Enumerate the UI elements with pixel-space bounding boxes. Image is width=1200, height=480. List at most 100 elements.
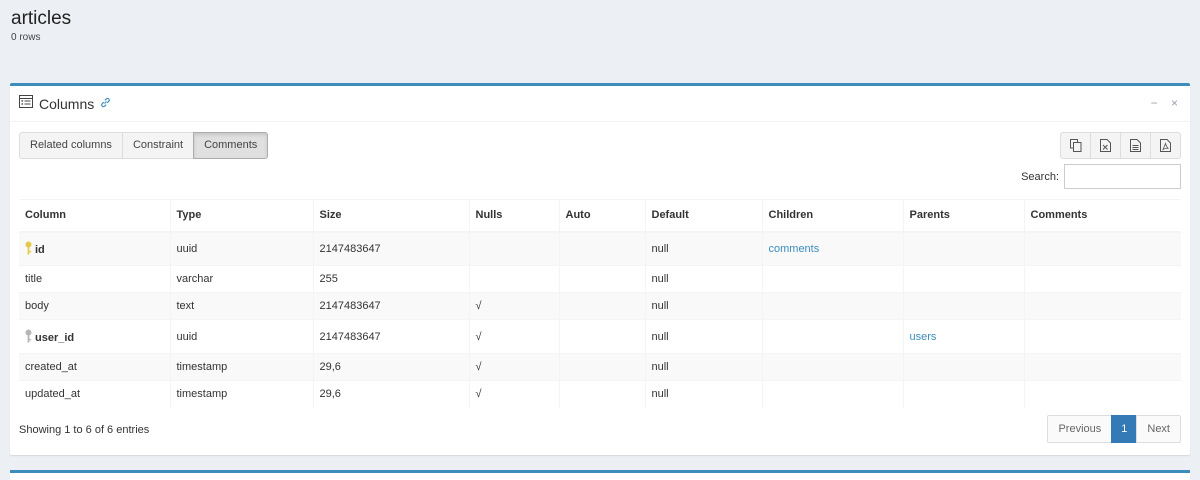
columns-table: Column Type Size Nulls Auto Default Chil… (19, 199, 1181, 408)
copy-icon (1069, 139, 1081, 152)
cell-nulls: √ (468, 353, 559, 381)
cell-auto (558, 353, 645, 381)
header-children[interactable]: Children (761, 199, 903, 233)
header-nulls[interactable]: Nulls (468, 199, 559, 233)
close-icon[interactable]: × (1171, 96, 1178, 110)
cell-comments (1023, 265, 1181, 293)
cell-children (761, 353, 903, 381)
cell-parents: users (902, 319, 1024, 354)
cell-size: 255 (312, 265, 469, 293)
table-row: body text 2147483647 √ null (19, 292, 1181, 320)
csv-icon (1130, 139, 1141, 152)
cell-children (761, 265, 903, 293)
cell-column: updated_at (19, 380, 170, 408)
cell-size: 29,6 (312, 353, 469, 381)
column-name: body (25, 300, 49, 312)
cell-nulls (468, 265, 559, 293)
table-row: updated_at timestamp 29,6 √ null (19, 380, 1181, 408)
header-default[interactable]: Default (644, 199, 762, 233)
header-comments[interactable]: Comments (1023, 199, 1181, 233)
page-header: articles 0 rows (11, 8, 71, 43)
cell-column: user_id (19, 319, 170, 354)
cell-size: 2147483647 (312, 231, 469, 266)
cell-nulls: √ (468, 380, 559, 408)
cell-parents (902, 292, 1024, 320)
cell-size: 2147483647 (312, 319, 469, 354)
cell-type: timestamp (169, 380, 313, 408)
minimize-icon[interactable]: − (1151, 96, 1158, 110)
cell-auto (558, 265, 645, 293)
table-list-icon (19, 94, 33, 113)
cell-type: timestamp (169, 353, 313, 381)
cell-default: null (644, 353, 762, 381)
cell-column: body (19, 292, 170, 320)
cell-size: 2147483647 (312, 292, 469, 320)
cell-default: null (644, 319, 762, 354)
pagination: Previous 1 Next (1047, 415, 1181, 443)
table-info: Showing 1 to 6 of 6 entries (19, 424, 150, 436)
search-input[interactable] (1064, 164, 1181, 189)
previous-button[interactable]: Previous (1047, 415, 1113, 443)
cell-auto (558, 292, 645, 320)
cell-comments (1023, 353, 1181, 381)
header-size[interactable]: Size (312, 199, 469, 233)
cell-default: null (644, 292, 762, 320)
tab-comments[interactable]: Comments (193, 132, 269, 159)
cell-auto (558, 380, 645, 408)
table-row: id uuid 2147483647 null comments (19, 231, 1181, 266)
cell-type: text (169, 292, 313, 320)
column-name: created_at (25, 361, 77, 373)
column-name: user_id (35, 332, 75, 344)
cell-comments (1023, 231, 1181, 266)
search-row: Search: (1021, 164, 1181, 189)
columns-box: Columns − × Related columns Constraint C… (10, 83, 1190, 455)
cell-nulls: √ (468, 292, 559, 320)
table-row: created_at timestamp 29,6 √ null (19, 353, 1181, 381)
csv-button[interactable] (1120, 132, 1151, 159)
header-auto[interactable]: Auto (558, 199, 645, 233)
view-tabs: Related columns Constraint Comments (19, 132, 269, 159)
cell-parents (902, 265, 1024, 293)
cell-nulls: √ (468, 319, 559, 354)
next-button[interactable]: Next (1136, 415, 1181, 443)
cell-comments (1023, 292, 1181, 320)
child-link-comments[interactable]: comments (769, 243, 820, 255)
cell-children (761, 380, 903, 408)
cell-comments (1023, 380, 1181, 408)
cell-auto (558, 231, 645, 266)
parent-link-users[interactable]: users (910, 331, 937, 343)
foreign-key-icon (25, 329, 32, 343)
cell-size: 29,6 (312, 380, 469, 408)
pdf-button[interactable] (1150, 132, 1181, 159)
table-row: user_id uuid 2147483647 √ null users (19, 319, 1181, 354)
column-name: id (35, 244, 45, 257)
excel-button[interactable] (1090, 132, 1121, 159)
row-count: 0 rows (11, 32, 41, 43)
cell-column: title (19, 265, 170, 293)
cell-children (761, 292, 903, 320)
cell-column: created_at (19, 353, 170, 381)
page-title: articles (11, 8, 72, 29)
cell-type: uuid (169, 319, 313, 354)
permalink-icon[interactable] (100, 97, 111, 111)
cell-default: null (644, 380, 762, 408)
tab-related-columns[interactable]: Related columns (19, 132, 123, 159)
cell-children: comments (761, 231, 903, 266)
tab-constraint[interactable]: Constraint (121, 132, 195, 159)
table-header-row: Column Type Size Nulls Auto Default Chil… (19, 199, 1181, 233)
header-type[interactable]: Type (169, 199, 313, 233)
cell-type: varchar (169, 265, 313, 293)
cell-auto (558, 319, 645, 354)
box-tools: − × (1141, 96, 1178, 110)
copy-button[interactable] (1060, 132, 1091, 159)
export-buttons (1060, 132, 1181, 159)
header-parents[interactable]: Parents (902, 199, 1024, 233)
pdf-icon (1160, 139, 1171, 152)
page-button-1[interactable]: 1 (1111, 415, 1138, 443)
cell-comments (1023, 319, 1181, 354)
cell-default: null (644, 265, 762, 293)
column-name: updated_at (25, 388, 81, 401)
cell-children (761, 319, 903, 354)
header-column[interactable]: Column (19, 199, 170, 233)
cell-nulls (468, 231, 559, 266)
